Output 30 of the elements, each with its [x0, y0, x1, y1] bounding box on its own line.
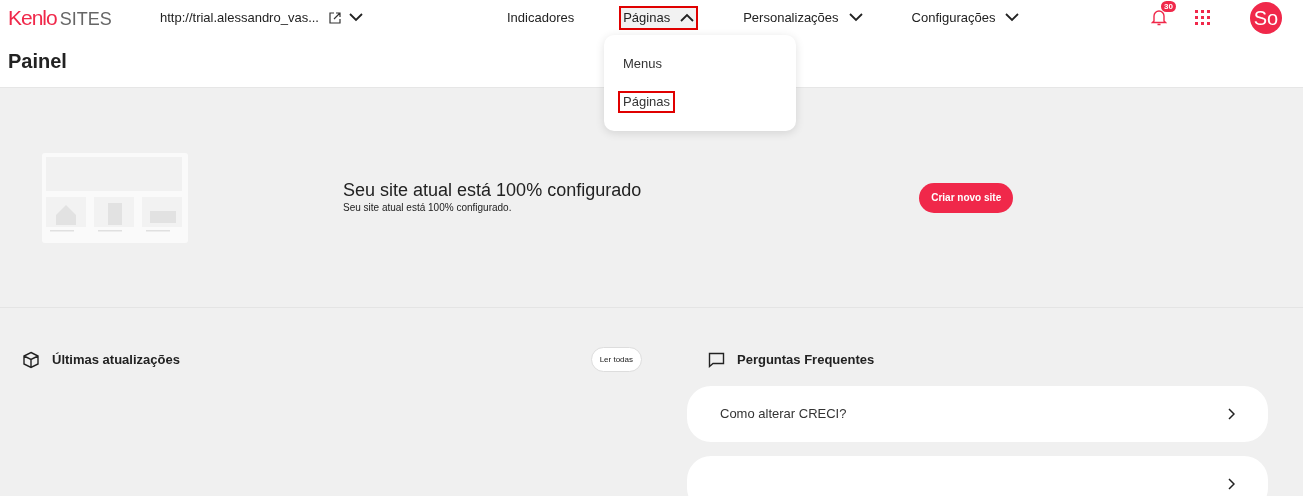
bell-icon[interactable] [1151, 9, 1167, 26]
chevron-right-icon [1228, 478, 1235, 490]
chevron-icon [680, 13, 695, 22]
nav-item[interactable]: Páginas [621, 7, 697, 28]
chevron-icon [1005, 13, 1020, 22]
box-icon [22, 350, 40, 369]
nav-item[interactable]: Configurações [909, 7, 1022, 28]
chat-icon [708, 351, 725, 368]
user-avatar[interactable]: So [1250, 1, 1282, 34]
section-title: Últimas atualizações [52, 350, 180, 369]
apps-grid-icon[interactable] [1195, 10, 1210, 25]
site-url[interactable]: http://trial.alessandro_vas... [160, 7, 319, 28]
hero-title: Seu site atual está 100% configurado [343, 180, 642, 200]
faq-item[interactable]: Como alterar CRECI? [687, 386, 1268, 442]
url-dropdown-icon [349, 13, 363, 22]
read-all-button[interactable]: Ler todas [590, 347, 642, 372]
nav-item[interactable]: Indicadores [505, 7, 577, 28]
notification-badge: 30 [1161, 1, 1176, 12]
dropdown-item[interactable]: Páginas [620, 93, 673, 111]
page-title: Painel [8, 49, 67, 74]
chevron-icon [848, 13, 863, 22]
section-title: Perguntas Frequentes [737, 350, 875, 369]
nav-item[interactable]: Personalizações [741, 7, 865, 28]
hero-subtitle: Seu site atual está 100% configurado. [343, 201, 513, 215]
external-link-icon[interactable] [329, 11, 341, 24]
kenlo-logo[interactable]: Kenlo SITES [8, 1, 123, 34]
faq-question: Como alterar CRECI? [720, 405, 847, 424]
dropdown-item[interactable]: Menus [620, 55, 666, 73]
create-site-button[interactable]: Criar novo site [919, 182, 1014, 213]
chevron-right-icon [1228, 408, 1235, 420]
